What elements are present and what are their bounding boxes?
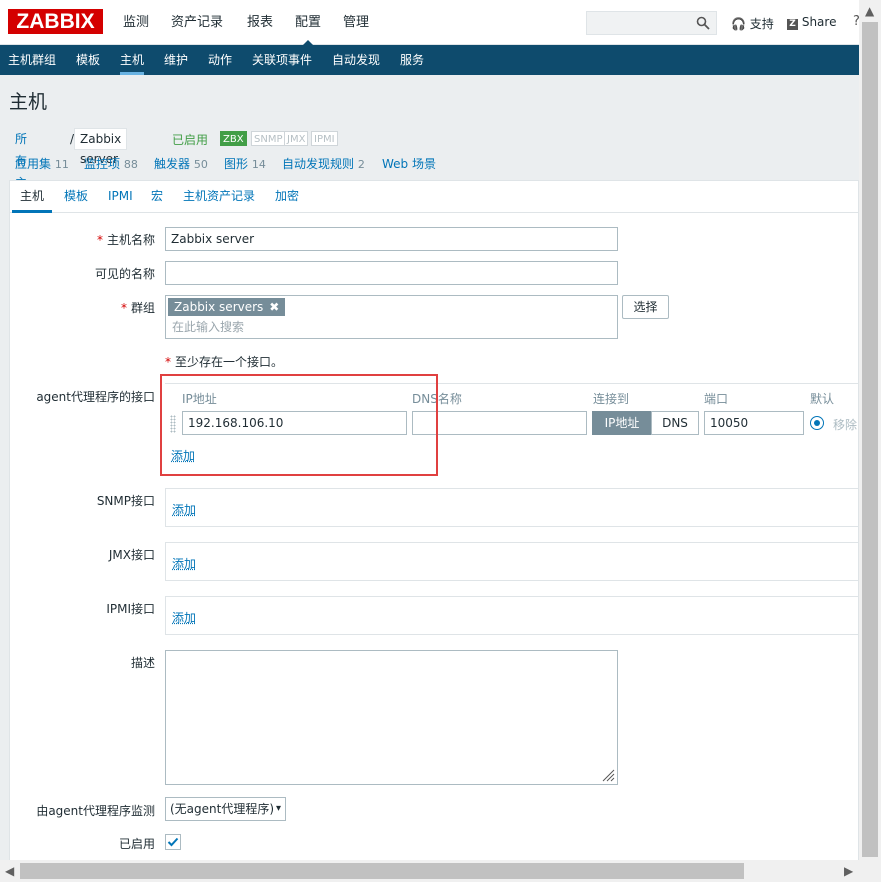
description-label: 描述	[130, 656, 155, 670]
agent-dns-input[interactable]	[412, 411, 587, 435]
highlight-annotation-box	[160, 374, 438, 476]
visible-name-input[interactable]	[165, 261, 618, 285]
availability-snmp: SNMP	[251, 131, 286, 146]
link-graphs[interactable]: 图形 14	[224, 155, 266, 172]
tab-encryption[interactable]: 加密	[275, 181, 299, 212]
host-tabs: 主机 模板 IPMI 宏 主机资产记录 加密	[10, 181, 860, 213]
add-snmp-interface-link[interactable]: 添加	[172, 501, 196, 518]
link-items[interactable]: 监控项 88	[84, 155, 138, 172]
subnav-maintenance[interactable]: 维护	[164, 45, 188, 75]
enabled-label: 已启用	[118, 837, 155, 851]
tab-ipmi[interactable]: IPMI	[108, 181, 133, 212]
snmp-interface-block: 添加	[165, 488, 865, 527]
search-icon[interactable]	[696, 16, 710, 30]
jmx-interface-block: 添加	[165, 542, 865, 581]
page-title: 主机	[9, 91, 48, 113]
share-z-icon: Z	[787, 19, 798, 30]
groups-label: * 群组	[120, 301, 155, 315]
topnav-reports[interactable]: 报表	[247, 0, 273, 45]
agent-port-input[interactable]: 10050	[704, 411, 804, 435]
select-groups-button[interactable]: 选择	[622, 295, 669, 319]
col-port-header: 端口	[704, 392, 729, 406]
subnav-services[interactable]: 服务	[400, 45, 424, 75]
groups-multiselect[interactable]: Zabbix servers ✖ 在此输入搜索	[165, 295, 618, 339]
breadcrumb-all-hosts[interactable]: 所有主机	[15, 128, 27, 212]
subnav-host-groups[interactable]: 主机群组	[8, 45, 56, 75]
connect-dns-toggle[interactable]: DNS	[651, 411, 699, 435]
host-name-input[interactable]: Zabbix server	[165, 227, 618, 251]
topnav-inventory[interactable]: 资产记录	[171, 0, 223, 45]
enabled-checkbox[interactable]	[165, 834, 181, 850]
group-chip-zabbix-servers[interactable]: Zabbix servers ✖	[168, 298, 286, 316]
checkmark-icon	[167, 837, 179, 847]
availability-jmx: JMX	[284, 131, 309, 146]
link-discovery-rules[interactable]: 自动发现规则 2	[282, 155, 365, 172]
interface-requirement-note: * 至少存在一个接口。	[165, 355, 284, 369]
jmx-interface-label: JMX接口	[108, 548, 155, 562]
horizontal-scrollbar[interactable]: ◀ ▶	[0, 860, 881, 882]
availability-ipmi: IPMI	[311, 131, 338, 146]
horizontal-scroll-thumb[interactable]	[20, 863, 744, 879]
availability-zbx: ZBX	[220, 131, 247, 146]
group-search-input[interactable]: 在此输入搜索	[172, 318, 244, 336]
scroll-up-icon[interactable]: ▲	[865, 4, 874, 18]
tab-templates[interactable]: 模板	[64, 181, 88, 212]
support-link[interactable]: 🎧 支持	[731, 15, 774, 32]
host-status-enabled[interactable]: 已启用	[172, 131, 208, 148]
headset-icon: 🎧	[731, 17, 746, 31]
subnav-event-correlation[interactable]: 关联项事件	[252, 45, 312, 75]
vertical-scroll-thumb[interactable]	[862, 22, 878, 857]
ipmi-interface-block: 添加	[165, 596, 865, 635]
top-bar: ZABBIX 监测 资产记录 报表 配置 管理 🎧 支持 Z Share ?	[0, 0, 881, 46]
topnav-configuration[interactable]: 配置	[295, 0, 321, 46]
add-ipmi-interface-link[interactable]: 添加	[172, 609, 196, 626]
vertical-scrollbar[interactable]: ▲	[859, 0, 881, 860]
agent-interface-label: agent代理程序的接口	[36, 390, 155, 404]
sub-navigation: 主机群组 模板 主机 维护 动作 关联项事件 自动发现 服务	[0, 45, 859, 75]
link-triggers[interactable]: 触发器 50	[154, 155, 208, 172]
connect-ip-toggle[interactable]: IP地址	[592, 411, 652, 435]
default-interface-radio[interactable]	[810, 416, 824, 430]
chevron-down-icon: ▾	[275, 803, 281, 814]
proxy-label: 由agent代理程序监测	[36, 804, 155, 818]
breadcrumb-current-host[interactable]: Zabbix server	[74, 128, 128, 166]
subnav-hosts[interactable]: 主机	[120, 45, 145, 75]
scroll-left-icon[interactable]: ◀	[5, 864, 14, 878]
visible-name-label: 可见的名称	[94, 267, 155, 281]
subnav-templates[interactable]: 模板	[76, 45, 100, 75]
tab-host[interactable]: 主机	[11, 181, 53, 213]
link-applications[interactable]: 应用集 11	[15, 155, 69, 172]
topnav-administration[interactable]: 管理	[343, 0, 369, 45]
tab-macros[interactable]: 宏	[151, 181, 163, 212]
zabbix-logo[interactable]: ZABBIX	[8, 9, 103, 34]
subnav-discovery[interactable]: 自动发现	[332, 45, 380, 75]
share-link[interactable]: Z Share	[787, 15, 836, 30]
remove-chip-icon[interactable]: ✖	[269, 300, 279, 314]
col-connect-header: 连接到	[593, 392, 630, 406]
scroll-right-icon[interactable]: ▶	[844, 864, 853, 878]
host-name-label: * 主机名称	[96, 233, 155, 247]
subnav-actions[interactable]: 动作	[208, 45, 232, 75]
link-web-scenarios[interactable]: Web 场景	[382, 155, 436, 172]
remove-interface-link[interactable]: 移除	[833, 416, 857, 433]
tab-inventory[interactable]: 主机资产记录	[183, 181, 255, 212]
add-jmx-interface-link[interactable]: 添加	[172, 555, 196, 572]
global-search-input[interactable]	[586, 11, 717, 35]
snmp-interface-label: SNMP接口	[96, 494, 155, 508]
topnav-monitoring[interactable]: 监测	[123, 0, 149, 45]
resize-grip-icon[interactable]	[601, 768, 615, 782]
description-textarea[interactable]	[165, 650, 618, 785]
proxy-select[interactable]: (无agent代理程序) ▾	[165, 797, 286, 821]
col-default-header: 默认	[810, 392, 835, 406]
ipmi-interface-label: IPMI接口	[106, 602, 155, 616]
